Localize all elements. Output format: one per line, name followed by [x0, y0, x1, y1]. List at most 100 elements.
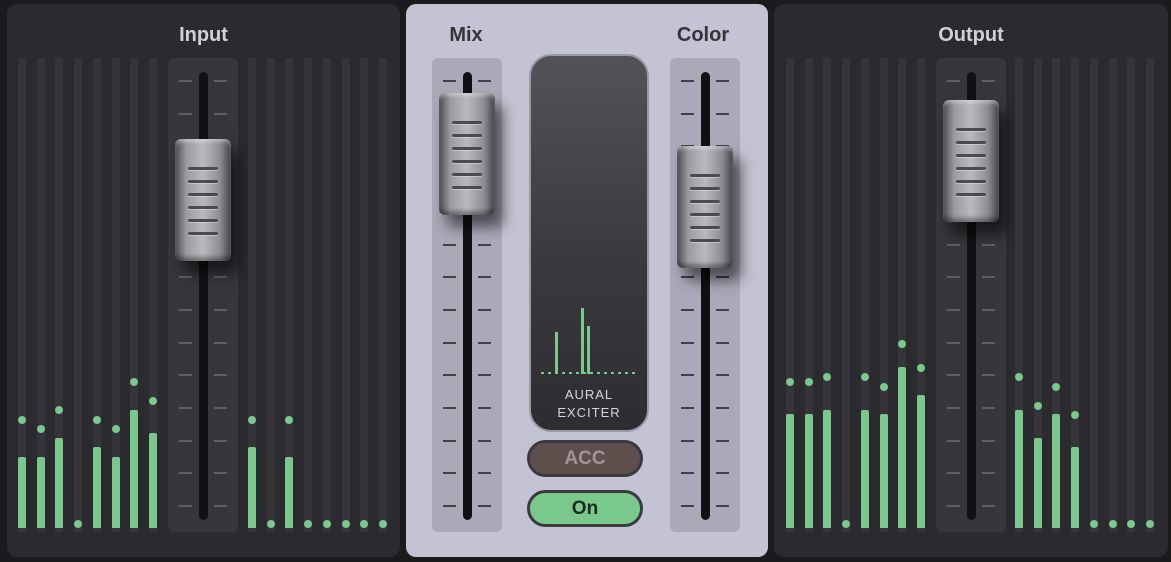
fader-grip: [452, 186, 482, 190]
fader-tick: [681, 505, 694, 508]
fader-tick: [179, 439, 192, 442]
meter-bar: [823, 58, 832, 532]
fader-tick: [179, 276, 192, 279]
fader-grip: [188, 179, 218, 183]
meter-bar: [378, 58, 387, 532]
fader-grip: [452, 160, 482, 164]
meter-bar: [55, 58, 64, 532]
fader-grip: [690, 174, 720, 177]
fader-tick: [214, 439, 227, 442]
fader-grip: [690, 239, 720, 242]
fader-grip: [452, 173, 482, 177]
fader-tick: [982, 439, 995, 442]
on-button[interactable]: On: [527, 490, 643, 527]
meter-bar: [148, 58, 157, 532]
fader-grip: [956, 167, 986, 171]
fader-tick: [478, 407, 491, 409]
fader-tick: [716, 439, 729, 442]
meter-fill: [55, 437, 64, 528]
fader-tick: [681, 341, 694, 344]
meter-fill: [1033, 437, 1042, 528]
fader-grip: [452, 134, 482, 138]
meter-bar: [1089, 58, 1098, 532]
meter-bar: [1127, 58, 1136, 532]
meter-fill: [148, 433, 157, 528]
fader-tick: [478, 439, 491, 442]
mix-fader-track: [432, 58, 502, 532]
meter-bar: [898, 58, 907, 532]
display-spike: [581, 308, 584, 374]
meter-peak: [1127, 520, 1136, 528]
meter-peak: [130, 377, 139, 386]
fader-tick: [947, 374, 960, 377]
fader-tick: [982, 243, 995, 246]
fader-grip: [690, 213, 720, 216]
meter-fill: [804, 414, 813, 528]
meter-peak: [341, 520, 350, 528]
fader-tick: [443, 439, 456, 442]
meter-bar: [860, 58, 869, 532]
output-meters-right: [1015, 58, 1160, 532]
fader-grip: [188, 192, 218, 196]
fader-tick: [681, 407, 694, 409]
fader-tick: [716, 80, 729, 82]
fader-grip: [690, 187, 720, 190]
fader-tick: [947, 472, 960, 475]
fader-grip: [188, 205, 218, 209]
mix-fader[interactable]: [439, 93, 495, 216]
fader-tick: [681, 276, 694, 279]
fader-grip: [956, 193, 986, 197]
exciter-logo: AURAL EXCITER: [531, 386, 647, 422]
fader-tick: [681, 308, 694, 311]
fader-tick: [214, 341, 227, 344]
fader-tick: [478, 308, 491, 311]
meter-peak: [304, 520, 313, 528]
meter-peak: [148, 396, 157, 405]
fader-tick: [716, 374, 729, 377]
meter-fill: [1071, 447, 1080, 528]
fader-tick: [716, 112, 729, 115]
meter-fill: [860, 409, 869, 528]
fader-tick: [716, 407, 729, 409]
fader-tick: [214, 308, 227, 311]
meter-peak: [1071, 410, 1080, 419]
meter-fill: [36, 456, 45, 528]
mix-label: Mix: [449, 24, 483, 46]
fader-tick: [214, 407, 227, 409]
fader-tick: [681, 80, 694, 82]
fader-grip: [956, 180, 986, 184]
meter-fill: [248, 447, 256, 528]
output-level-fader[interactable]: [943, 100, 999, 223]
fader-tick: [947, 276, 960, 279]
meter-peak: [898, 339, 907, 348]
fader-tick: [947, 341, 960, 344]
meter-bar: [1145, 58, 1154, 532]
color-label: Color: [676, 24, 730, 46]
meter-bar: [248, 58, 256, 532]
meter-peak: [92, 415, 101, 424]
fader-tick: [179, 80, 192, 82]
fader-tick: [179, 308, 192, 311]
meter-peak: [18, 415, 26, 424]
fader-tick: [443, 80, 456, 82]
meter-peak: [1108, 520, 1117, 528]
fader-grip: [956, 128, 986, 132]
fader-tick: [443, 308, 456, 311]
fader-tick: [443, 472, 456, 475]
fader-tick: [214, 276, 227, 279]
acc-button[interactable]: ACC: [527, 440, 643, 477]
input-fader-track: [168, 58, 238, 532]
meter-bar: [1071, 58, 1080, 532]
fader-tick: [179, 407, 192, 409]
fader-grip: [188, 218, 218, 222]
color-fader[interactable]: [677, 146, 733, 268]
fader-tick: [982, 505, 995, 508]
fader-slot: [701, 72, 710, 520]
fader-grip: [956, 141, 986, 145]
meter-peak: [322, 520, 331, 528]
input-gain-fader[interactable]: [175, 138, 231, 261]
fader-tick: [214, 374, 227, 377]
fader-tick: [982, 308, 995, 311]
meter-bar: [18, 58, 26, 532]
meter-bar: [266, 58, 275, 532]
